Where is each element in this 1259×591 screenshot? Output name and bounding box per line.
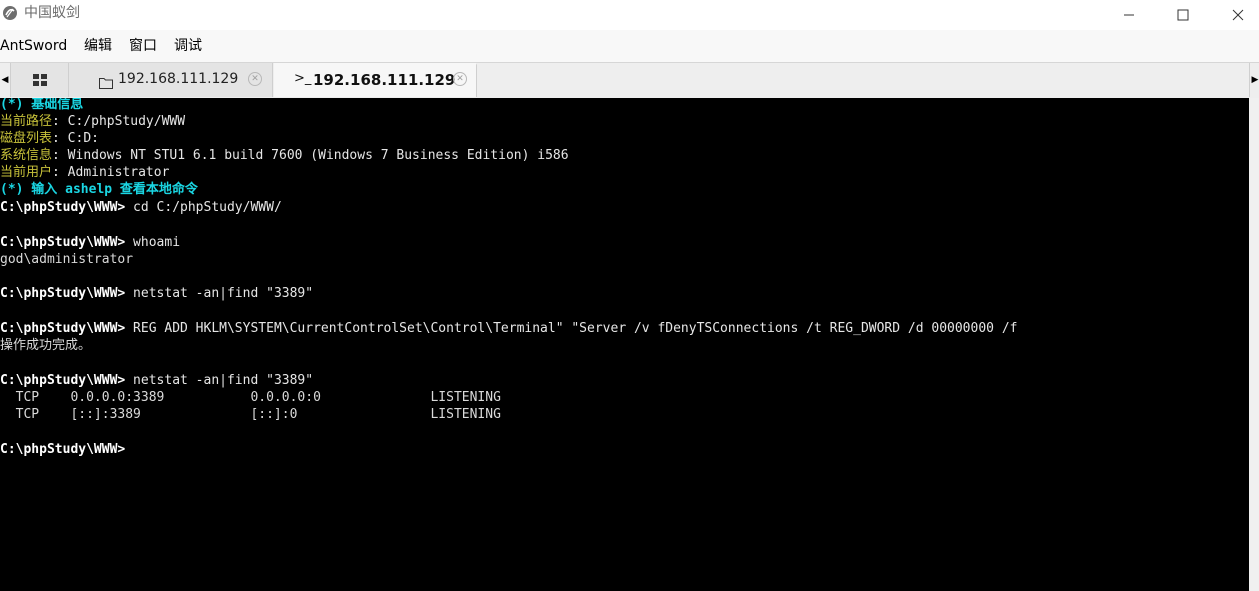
command-text: REG ADD HKLM\SYSTEM\CurrentControlSet\Co… [125,321,1018,336]
command-text: netstat -an|find "3389" [125,373,314,388]
tab-scroll-left-button[interactable]: ◀ [0,63,11,97]
command-text: netstat -an|find "3389" [125,286,314,301]
info-line-user: 当前用户: Administrator [0,164,169,181]
info-line-system: 系统信息: Windows NT STU1 6.1 build 7600 (Wi… [0,147,569,164]
tab-close-icon[interactable]: ✕ [248,72,262,86]
command-output: TCP [::]:3389 [::]:0 LISTENING [0,407,501,422]
tab-file-manager-label: 192.168.111.129 [118,71,239,87]
command-text: cd C:/phpStudy/WWW/ [125,200,282,215]
window-title: 中国蚁剑 [24,5,80,21]
minimize-button[interactable] [1106,0,1152,30]
info-value: : C:/phpStudy/WWW [52,114,186,129]
close-button[interactable] [1215,0,1259,30]
prompt: C:\phpStudy\WWW> [0,373,126,388]
info-label: 当前路径 [0,114,53,129]
antsword-window: 中国蚁剑 AntSword 编辑 窗口 调试 ◀ 192.168.111.129… [0,0,1259,591]
maximize-button[interactable] [1160,0,1206,30]
antsword-logo-icon [2,5,18,21]
tab-home[interactable] [11,63,69,97]
tab-close-icon[interactable]: ✕ [453,72,467,86]
info-value: : Administrator [52,165,170,180]
info-line-path: 当前路径: C:/phpStudy/WWW [0,113,185,130]
chevron-right-icon: ▶ [1251,75,1259,85]
info-value: : C:D: [52,131,99,146]
menu-bar: AntSword 编辑 窗口 调试 [0,30,1259,62]
command-text: whoami [125,235,181,250]
command-line: C:\phpStudy\WWW> netstat -an|find "3389" [0,285,313,302]
info-label: 系统信息 [0,148,53,163]
tab-file-manager[interactable]: 192.168.111.129 ✕ [69,63,273,97]
menu-window[interactable]: 窗口 [129,38,157,54]
prompt: C:\phpStudy\WWW> [0,200,126,215]
command-line: C:\phpStudy\WWW> cd C:/phpStudy/WWW/ [0,199,282,216]
info-label: 磁盘列表 [0,131,53,146]
minimize-icon [1123,6,1135,25]
help-hint: (*) 输入 ashelp 查看本地命令 [0,182,198,197]
maximize-icon [1177,6,1189,25]
close-icon [1232,6,1244,25]
info-label: 当前用户 [0,165,53,180]
menu-edit[interactable]: 编辑 [84,38,112,54]
prompt: C:\phpStudy\WWW> [0,286,126,301]
folder-icon [99,74,113,93]
grid-icon [32,71,47,90]
command-line: C:\phpStudy\WWW> whoami [0,234,180,251]
title-bar: 中国蚁剑 [0,0,1259,30]
tab-terminal-label: 192.168.111.129 [313,71,456,89]
chevron-left-icon: ◀ [1,75,9,85]
menu-debug[interactable]: 调试 [174,38,202,54]
tab-scroll-right-button[interactable]: ▶ [1249,63,1259,97]
prompt: C:\phpStudy\WWW> [0,235,126,250]
info-value: : Windows NT STU1 6.1 build 7600 (Window… [52,148,569,163]
command-line: C:\phpStudy\WWW> netstat -an|find "3389" [0,372,313,389]
command-output: 操作成功完成。 [0,338,92,353]
info-header: (*) 基础信息 [0,98,84,112]
command-line: C:\phpStudy\WWW> REG ADD HKLM\SYSTEM\Cur… [0,320,1017,337]
tab-bar: ◀ 192.168.111.129 ✕ >_ 192.168.111.129 ✕… [0,62,1259,98]
command-output: TCP 0.0.0.0:3389 0.0.0.0:0 LISTENING [0,390,501,405]
terminal-output[interactable]: (*) 基础信息 当前路径: C:/phpStudy/WWW 磁盘列表: C:D… [0,98,1249,591]
menu-antsword[interactable]: AntSword [0,38,67,54]
info-line-disks: 磁盘列表: C:D: [0,130,99,147]
active-prompt-line[interactable]: C:\phpStudy\WWW> [0,441,125,458]
command-output: god\administrator [0,252,134,267]
prompt: C:\phpStudy\WWW> [0,321,126,336]
terminal-prompt-icon: >_ [294,71,312,86]
tab-terminal[interactable]: >_ 192.168.111.129 ✕ [274,63,477,97]
prompt: C:\phpStudy\WWW> [0,442,126,457]
right-edge-panel [1249,98,1259,591]
